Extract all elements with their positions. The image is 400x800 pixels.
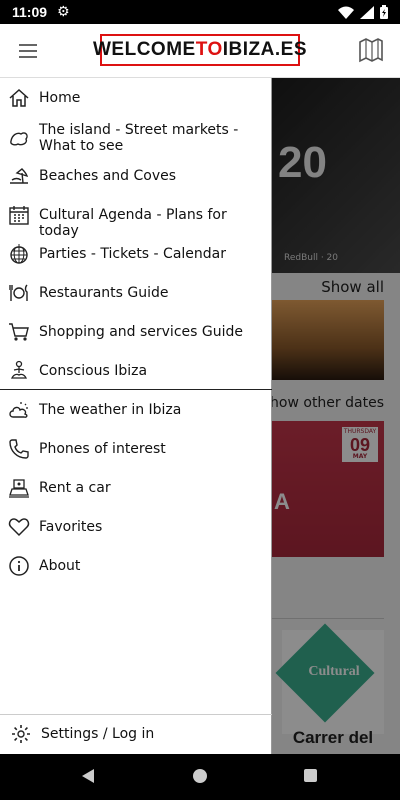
system-nav-bar — [0, 754, 400, 800]
drawer-label: Conscious Ibiza — [39, 363, 148, 379]
meditation-icon — [8, 360, 30, 382]
drawer-label: Beaches and Coves — [39, 168, 177, 184]
heart-icon — [8, 516, 30, 538]
settings-gear-icon: ⚙ — [57, 4, 70, 20]
signal-icon — [360, 5, 374, 19]
drawer-item-shopping[interactable]: Shopping and services Guide — [0, 320, 272, 344]
drawer-item-restaurants[interactable]: Restaurants Guide — [0, 281, 272, 305]
drawer-label: Phones of interest — [39, 441, 166, 457]
status-icons — [338, 5, 388, 19]
beach-icon — [8, 165, 30, 187]
drawer-item-home[interactable]: Home — [0, 86, 272, 110]
disco-ball-icon — [8, 243, 30, 265]
drawer-label: Home — [39, 90, 81, 106]
home-circle-icon[interactable] — [193, 769, 207, 783]
car-icon — [8, 477, 30, 499]
drawer-item-cultural-agenda[interactable]: Cultural Agenda - Plans for today — [0, 203, 272, 239]
drawer-item-about[interactable]: About — [0, 554, 272, 578]
calendar-icon — [8, 204, 30, 226]
status-time: 11:09 — [12, 4, 48, 20]
drawer-label: Shopping and services Guide — [39, 324, 243, 340]
island-icon — [8, 127, 30, 149]
wifi-icon — [338, 6, 354, 19]
drawer-scrim[interactable] — [272, 78, 400, 754]
app-bar: WELCOME TO IBIZA.ES — [0, 24, 400, 78]
drawer-label: Rent a car — [39, 480, 111, 496]
logo-ibiza: IBIZA.ES — [222, 39, 307, 60]
drawer-label: Restaurants Guide — [39, 285, 169, 301]
info-icon — [8, 555, 30, 577]
home-icon — [8, 87, 30, 109]
drawer-label: About — [39, 558, 81, 574]
restaurant-icon — [8, 282, 30, 304]
drawer-label: Parties - Tickets - Calendar — [39, 246, 227, 262]
settings-divider — [0, 714, 272, 715]
drawer-item-settings[interactable]: Settings / Log in — [0, 722, 272, 746]
settings-icon — [10, 723, 32, 745]
drawer-label: Favorites — [39, 519, 103, 535]
recents-icon[interactable] — [304, 769, 317, 782]
drawer-item-rent-car[interactable]: Rent a car — [0, 476, 272, 500]
drawer-item-beaches[interactable]: Beaches and Coves — [0, 164, 272, 188]
cart-icon — [8, 321, 30, 343]
drawer-divider — [0, 389, 272, 390]
map-icon[interactable] — [358, 37, 384, 63]
back-icon[interactable] — [82, 769, 94, 783]
drawer-label: The weather in Ibiza — [39, 402, 182, 418]
navigation-drawer: Home The island - Street markets - What … — [0, 78, 272, 754]
drawer-item-conscious[interactable]: Conscious Ibiza — [0, 359, 272, 383]
status-bar: 11:09 ⚙ — [0, 0, 400, 24]
drawer-item-favorites[interactable]: Favorites — [0, 515, 272, 539]
weather-icon — [8, 399, 30, 421]
logo-welcome: WELCOME — [93, 39, 196, 60]
drawer-item-island[interactable]: The island - Street markets - What to se… — [0, 120, 272, 156]
site-logo[interactable]: WELCOME TO IBIZA.ES — [93, 34, 306, 66]
battery-icon — [380, 5, 388, 19]
menu-button[interactable] — [14, 37, 42, 65]
drawer-item-phones[interactable]: Phones of interest — [0, 437, 272, 461]
logo-to: TO — [195, 39, 223, 60]
drawer-label: The island - Street markets - What to se… — [39, 122, 239, 154]
phone-icon — [8, 438, 30, 460]
drawer-item-parties[interactable]: Parties - Tickets - Calendar — [0, 242, 272, 266]
drawer-item-weather[interactable]: The weather in Ibiza — [0, 398, 272, 422]
drawer-label: Settings / Log in — [41, 726, 155, 742]
drawer-label: Cultural Agenda - Plans for today — [39, 207, 227, 239]
